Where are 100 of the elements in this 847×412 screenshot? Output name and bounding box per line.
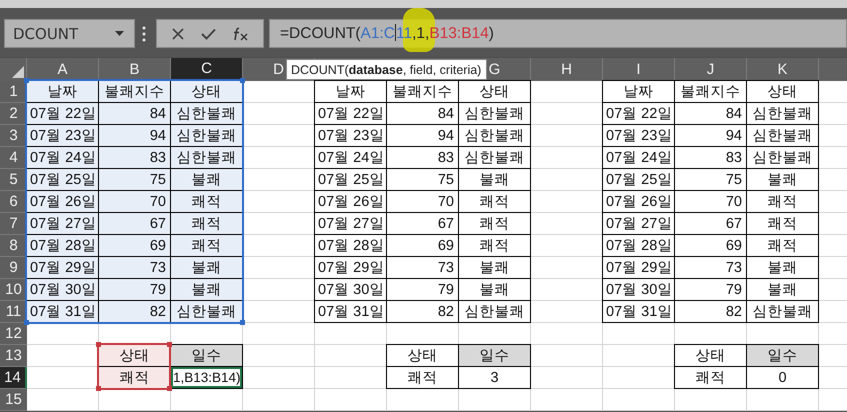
table-cell: 07월 31일 xyxy=(314,301,387,323)
table-cell: 심한불쾌 xyxy=(459,125,531,147)
table-cell: 0 xyxy=(747,367,819,389)
table-cell: 07월 31일 xyxy=(26,301,99,323)
table-cell: 69 xyxy=(387,235,459,257)
table-cell: 73 xyxy=(387,257,459,279)
table-cell: 불쾌 xyxy=(747,257,819,279)
table-cell: 07월 24일 xyxy=(26,147,99,169)
column-label: 상태 xyxy=(386,344,459,367)
table-cell: 82 xyxy=(387,301,459,323)
table-cell: 75 xyxy=(387,169,459,191)
table-cell: 불쾌 xyxy=(459,169,531,191)
table-cell: 심한불쾌 xyxy=(459,301,531,323)
table-cell: 69 xyxy=(99,235,171,257)
row-header[interactable]: 15 xyxy=(0,389,27,411)
table-cell: 심한불쾌 xyxy=(747,301,819,323)
table-cell: 07월 29일 xyxy=(26,257,99,279)
table-cell: 70 xyxy=(675,191,747,213)
column-label: 불쾌지수 xyxy=(99,80,171,103)
table-cell: 07월 31일 xyxy=(602,301,675,323)
column-label: 상태 xyxy=(98,344,171,367)
column-label: 날짜 xyxy=(26,80,99,103)
dropdown-caret-icon[interactable] xyxy=(115,30,124,36)
table-cell: 84 xyxy=(675,103,747,125)
table-cell: 쾌적 xyxy=(747,213,819,235)
table-cell: 94 xyxy=(99,125,171,147)
table-cell: 83 xyxy=(387,147,459,169)
table-cell: 쾌적 xyxy=(171,191,243,213)
table-cell: 쾌적 xyxy=(459,235,531,257)
table-cell: 07월 22일 xyxy=(314,103,387,125)
column-label: 일수 xyxy=(747,344,819,367)
table-cell: 94 xyxy=(387,125,459,147)
table-cell: 07월 27일 xyxy=(314,213,387,235)
table-cell: 07월 23일 xyxy=(314,125,387,147)
table-cell: 07월 23일 xyxy=(26,125,99,147)
table-cell: 67 xyxy=(99,213,171,235)
table-cell: 불쾌 xyxy=(747,279,819,301)
table-cell: 쾌적 xyxy=(386,367,459,389)
column-label: 날짜 xyxy=(314,80,387,103)
table-cell: 07월 27일 xyxy=(602,213,675,235)
table-cell: 쾌적 xyxy=(747,235,819,257)
table-cell: 69 xyxy=(675,235,747,257)
table-cell: 94 xyxy=(675,125,747,147)
column-label: 상태 xyxy=(171,80,243,103)
table-cell: 73 xyxy=(99,257,171,279)
table-cell: 82 xyxy=(99,301,171,323)
table-cell: 07월 30일 xyxy=(26,279,99,301)
table-cell: 심한불쾌 xyxy=(747,147,819,169)
table-cell: 07월 28일 xyxy=(602,235,675,257)
table-cell: 07월 27일 xyxy=(26,213,99,235)
table-cell: 심한불쾌 xyxy=(171,103,243,125)
table-cell: 84 xyxy=(99,103,171,125)
column-label: 일수 xyxy=(459,344,531,367)
table-cell: 07월 29일 xyxy=(314,257,387,279)
row-header[interactable]: 14 xyxy=(0,367,27,389)
table-cell: 84 xyxy=(387,103,459,125)
table-cell: 쾌적 xyxy=(459,191,531,213)
function-icon[interactable] xyxy=(232,26,248,40)
table-cell: 07월 24일 xyxy=(602,147,675,169)
table-cell: 70 xyxy=(387,191,459,213)
table-cell: 79 xyxy=(99,279,171,301)
table-cell: 심한불쾌 xyxy=(171,125,243,147)
table-cell: 불쾌 xyxy=(171,279,243,301)
table-cell: 07월 22일 xyxy=(602,103,675,125)
table-cell: 73 xyxy=(675,257,747,279)
close-icon[interactable] xyxy=(172,28,184,40)
table-cell: 83 xyxy=(99,147,171,169)
table-cell: 07월 25일 xyxy=(314,169,387,191)
table-cell: 07월 26일 xyxy=(602,191,675,213)
table-cell: 75 xyxy=(99,169,171,191)
select-all-icon[interactable] xyxy=(12,66,24,78)
table-cell: 07월 22일 xyxy=(26,103,99,125)
checkmark-icon[interactable] xyxy=(200,28,216,40)
table-cell: 07월 28일 xyxy=(314,235,387,257)
column-label: 불쾌지수 xyxy=(387,80,459,103)
column-header[interactable]: C xyxy=(171,58,243,81)
table-cell: 67 xyxy=(675,213,747,235)
table-cell: 07월 30일 xyxy=(602,279,675,301)
table-cell: 07월 28일 xyxy=(26,235,99,257)
table-cell: 3 xyxy=(459,367,531,389)
table-cell: 심한불쾌 xyxy=(171,301,243,323)
table-cell: 07월 25일 xyxy=(602,169,675,191)
table-cell: 07월 30일 xyxy=(314,279,387,301)
column-label: 날짜 xyxy=(602,80,675,103)
table-cell: 70 xyxy=(99,191,171,213)
cell-input-field: 1,B13:B14) xyxy=(171,367,243,389)
name-box[interactable]: DCOUNT xyxy=(4,19,135,48)
table-cell: 75 xyxy=(675,169,747,191)
table-cell: 불쾌 xyxy=(459,279,531,301)
table-cell: 07월 25일 xyxy=(26,169,99,191)
table-cell: 67 xyxy=(387,213,459,235)
table-cell: 83 xyxy=(675,147,747,169)
table-cell: 불쾌 xyxy=(459,257,531,279)
table-cell: 07월 26일 xyxy=(26,191,99,213)
table-cell: 심한불쾌 xyxy=(747,103,819,125)
table-cell: 07월 26일 xyxy=(314,191,387,213)
table-cell: 07월 23일 xyxy=(602,125,675,147)
more-options-icon[interactable] xyxy=(142,26,146,42)
table-cell: 불쾌 xyxy=(171,257,243,279)
table-cell: 불쾌 xyxy=(747,169,819,191)
